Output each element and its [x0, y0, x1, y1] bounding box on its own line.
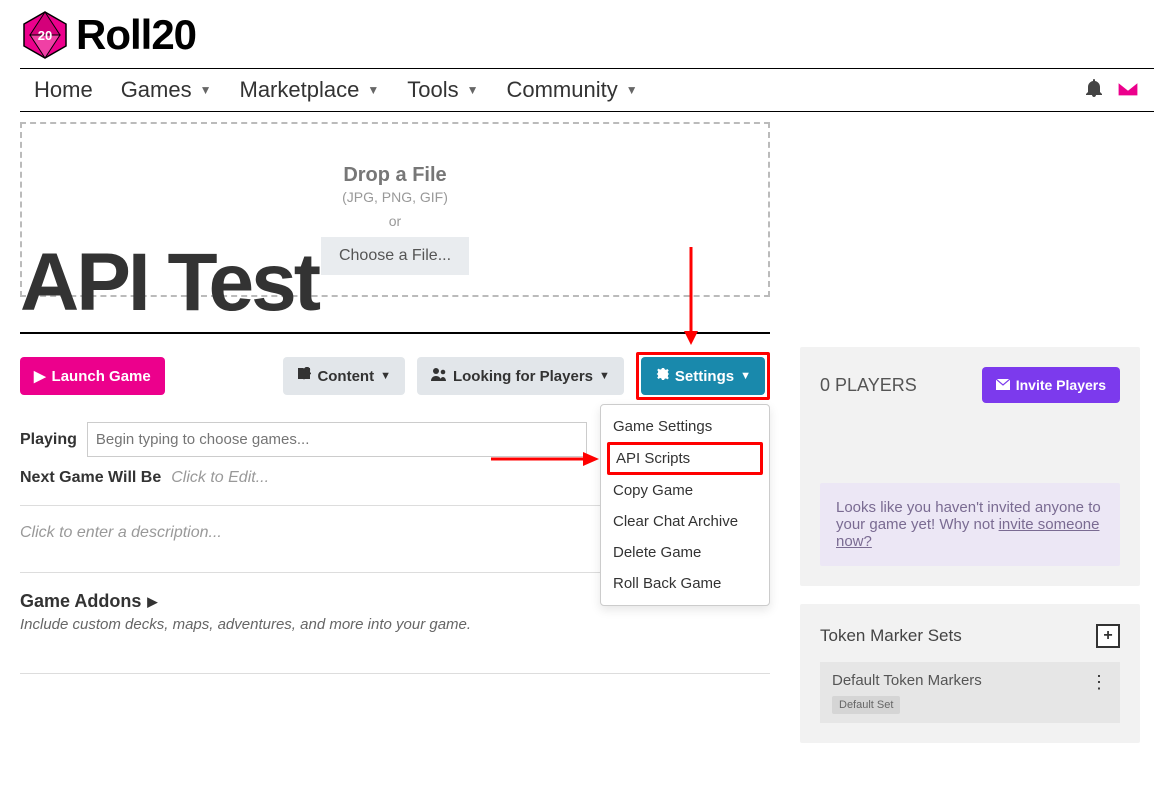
- chevron-down-icon: ▼: [380, 370, 391, 382]
- nav-home[interactable]: Home: [20, 77, 107, 103]
- game-title-wrap: API Test: [20, 242, 770, 334]
- dropzone-title: Drop a File: [22, 164, 768, 187]
- mail-icon[interactable]: [1118, 80, 1138, 101]
- side-column: 0 PLAYERS Invite Players Looks like you …: [800, 347, 1140, 743]
- bell-icon[interactable]: [1086, 79, 1102, 102]
- annotation-highlight: API Scripts: [607, 442, 763, 475]
- settings-wrap: Settings ▼ Game Settings API Scripts: [636, 352, 770, 400]
- tms-title: Token Marker Sets: [820, 626, 962, 646]
- menu-clear-chat-archive[interactable]: Clear Chat Archive: [601, 506, 769, 537]
- action-button-row: ▶ Launch Game Content ▼ Looking for Play…: [20, 352, 770, 400]
- header: 20 Roll20: [0, 0, 1174, 60]
- nav-marketplace[interactable]: Marketplace▼: [226, 77, 394, 103]
- settings-button[interactable]: Settings ▼: [641, 357, 765, 395]
- game-title: API Test: [20, 242, 770, 324]
- play-icon: ▶: [34, 367, 46, 385]
- chevron-down-icon: ▼: [599, 370, 610, 382]
- menu-game-settings[interactable]: Game Settings: [601, 411, 769, 442]
- svg-text:20: 20: [38, 28, 52, 43]
- dropzone-subtitle: (JPG, PNG, GIF): [22, 189, 768, 205]
- envelope-icon: [996, 377, 1010, 393]
- chevron-down-icon: ▼: [467, 83, 479, 97]
- main-column: Drop a File (JPG, PNG, GIF) or Choose a …: [20, 122, 770, 674]
- invite-notice: Looks like you haven't invited anyone to…: [820, 483, 1120, 566]
- logo[interactable]: 20 Roll20: [20, 10, 1154, 60]
- nav-games[interactable]: Games▼: [107, 77, 226, 103]
- chevron-down-icon: ▼: [740, 370, 751, 382]
- users-icon: [431, 367, 447, 385]
- tms-item-title: Default Token Markers: [832, 672, 982, 689]
- annotation-highlight: Settings ▼: [636, 352, 770, 400]
- book-icon: [297, 367, 311, 385]
- launch-game-button[interactable]: ▶ Launch Game: [20, 357, 165, 395]
- nav-tools[interactable]: Tools▼: [393, 77, 492, 103]
- menu-roll-back-game[interactable]: Roll Back Game: [601, 568, 769, 599]
- settings-dropdown: Game Settings API Scripts Copy Game Clea…: [600, 404, 770, 606]
- playing-input[interactable]: [87, 422, 587, 457]
- players-panel: 0 PLAYERS Invite Players Looks like you …: [800, 347, 1140, 586]
- dropzone-or: or: [22, 213, 768, 229]
- default-set-badge: Default Set: [832, 696, 900, 714]
- nav-community[interactable]: Community▼: [492, 77, 651, 103]
- brand-name: Roll20: [76, 11, 196, 59]
- content: Drop a File (JPG, PNG, GIF) or Choose a …: [0, 112, 1174, 763]
- chevron-down-icon: ▼: [626, 83, 638, 97]
- kebab-menu-icon[interactable]: ⋮: [1090, 672, 1108, 693]
- tms-header: Token Marker Sets +: [820, 624, 1120, 648]
- d20-icon: 20: [20, 10, 70, 60]
- content-button[interactable]: Content ▼: [283, 357, 405, 395]
- menu-delete-game[interactable]: Delete Game: [601, 537, 769, 568]
- chevron-right-icon: ▶: [147, 594, 157, 610]
- looking-for-players-button[interactable]: Looking for Players ▼: [417, 357, 624, 395]
- menu-copy-game[interactable]: Copy Game: [601, 475, 769, 506]
- chevron-down-icon: ▼: [200, 83, 212, 97]
- next-game-label: Next Game Will Be: [20, 469, 161, 487]
- token-marker-sets-panel: Token Marker Sets + Default Token Marker…: [800, 604, 1140, 743]
- invite-players-button[interactable]: Invite Players: [982, 367, 1120, 403]
- addons-subtitle: Include custom decks, maps, adventures, …: [20, 616, 770, 633]
- menu-api-scripts[interactable]: API Scripts: [610, 445, 760, 472]
- next-game-placeholder[interactable]: Click to Edit...: [171, 469, 269, 487]
- playing-label: Playing: [20, 431, 77, 449]
- chevron-down-icon: ▼: [367, 83, 379, 97]
- players-header: 0 PLAYERS Invite Players: [820, 367, 1120, 403]
- gear-icon: [655, 367, 669, 385]
- add-token-marker-set-button[interactable]: +: [1096, 624, 1120, 648]
- players-count: 0 PLAYERS: [820, 375, 917, 396]
- token-marker-set-item: Default Token Markers Default Set ⋮: [820, 662, 1120, 723]
- navbar: Home Games▼ Marketplace▼ Tools▼ Communit…: [20, 68, 1154, 112]
